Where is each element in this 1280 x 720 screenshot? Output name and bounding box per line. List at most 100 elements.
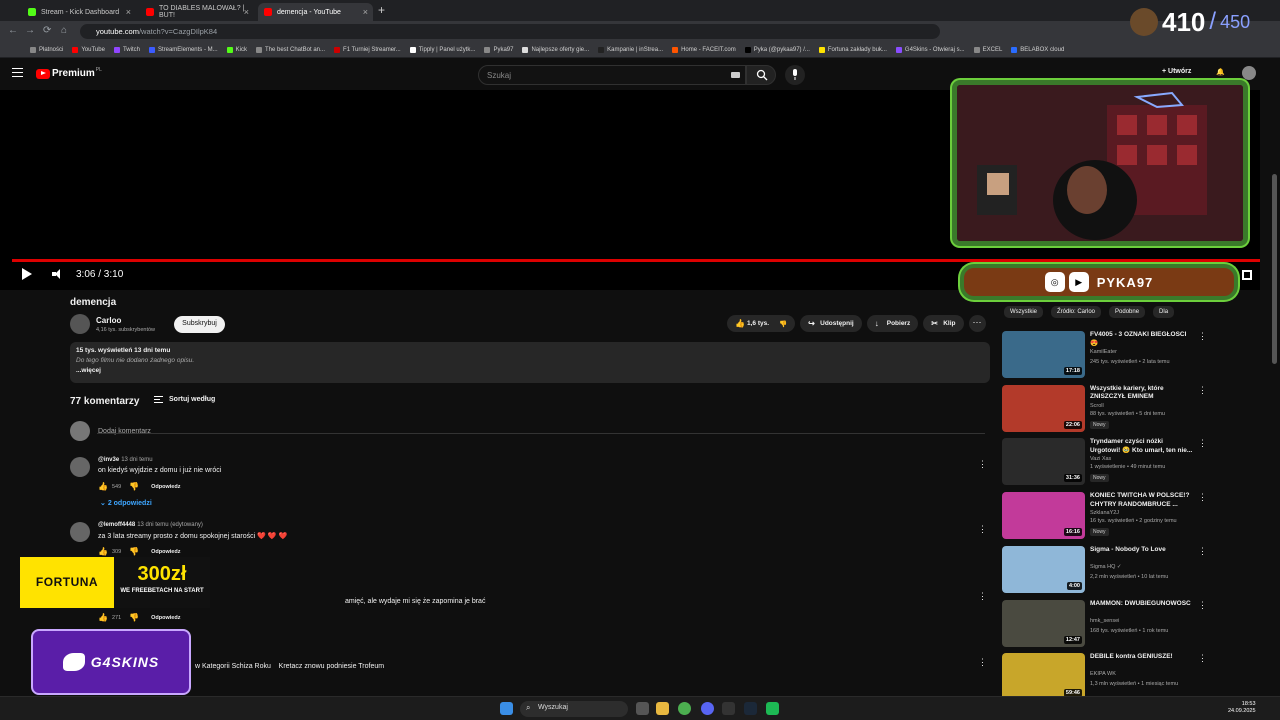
bookmark[interactable]: Fortuna zakłady buk... bbox=[818, 46, 887, 53]
show-more-link[interactable]: ...więcej bbox=[76, 367, 984, 374]
recommendation-menu-icon[interactable]: ⋮ bbox=[1198, 438, 1207, 449]
system-clock[interactable]: 18:53 24.09.2025 bbox=[1228, 701, 1256, 715]
video-thumbnail[interactable]: 59:46 bbox=[1002, 653, 1085, 701]
steam-icon[interactable] bbox=[744, 702, 757, 715]
bookmark[interactable]: Kick bbox=[226, 46, 247, 53]
bookmark[interactable]: EXCEL bbox=[973, 46, 1002, 53]
thumbs-up-icon[interactable]: 👍 bbox=[98, 547, 108, 556]
comment-author[interactable]: @lemoff4448 bbox=[98, 522, 135, 528]
bookmark[interactable]: Tipply | Panel użytk... bbox=[409, 46, 475, 53]
bookmark[interactable]: BELABOX cloud bbox=[1011, 46, 1064, 53]
tab-youtube-1[interactable]: TO DIABLES MALOWAŁ? | BUT! × bbox=[140, 3, 254, 21]
video-progress-bar[interactable] bbox=[12, 259, 1260, 262]
youtube-logo[interactable]: Premium PL bbox=[36, 67, 102, 79]
recommendation-title[interactable]: MAMMON: DWUBIEGUNOWOŚĆ bbox=[1090, 600, 1194, 609]
subscribe-button[interactable]: Subskrybuj bbox=[174, 316, 225, 333]
thumbs-up-icon[interactable]: 👍 bbox=[98, 613, 108, 622]
comment-menu-icon[interactable]: ⋮ bbox=[978, 591, 987, 602]
comment-menu-icon[interactable]: ⋮ bbox=[978, 524, 987, 535]
video-thumbnail[interactable]: 31:36 bbox=[1002, 438, 1085, 486]
bookmark[interactable]: Kampanie | inStrea... bbox=[598, 46, 663, 53]
share-button[interactable]: ↪ Udostępnij bbox=[800, 315, 862, 332]
bookmark[interactable]: Home - FACEIT.com bbox=[672, 46, 736, 53]
recommendation-channel[interactable]: Vazi Xas bbox=[1090, 456, 1111, 462]
video-thumbnail[interactable]: 4:00 bbox=[1002, 545, 1085, 593]
menu-icon[interactable] bbox=[12, 68, 23, 77]
home-icon[interactable]: ⌂ bbox=[61, 25, 67, 36]
recommendation-channel[interactable]: Scroll bbox=[1090, 403, 1104, 409]
reload-icon[interactable]: ⟳ bbox=[43, 25, 51, 36]
app-icon[interactable] bbox=[766, 702, 779, 715]
comment-time[interactable]: 13 dni temu (edytowany) bbox=[137, 522, 203, 528]
recommendation-menu-icon[interactable]: ⋮ bbox=[1198, 546, 1207, 557]
sort-button[interactable]: Sortuj według bbox=[154, 396, 215, 403]
bookmark[interactable]: StreamElements - M... bbox=[148, 46, 218, 53]
video-thumbnail[interactable]: 22:06 bbox=[1002, 384, 1085, 432]
chip-from-channel[interactable]: Źródło: Carloo bbox=[1051, 306, 1102, 318]
back-icon[interactable]: ← bbox=[8, 25, 18, 36]
voice-search-button[interactable] bbox=[785, 65, 805, 85]
channel-name[interactable]: Carloo bbox=[96, 316, 155, 325]
recommendation-channel[interactable]: KamilEater bbox=[1090, 349, 1117, 355]
recommendation-title[interactable]: KONIEC TWITCHA W POLSCE!? CHYTRY RANDOMB… bbox=[1090, 492, 1194, 509]
search-button[interactable] bbox=[746, 65, 776, 85]
reply-button[interactable]: Odpowiedz bbox=[151, 484, 180, 490]
chip-related[interactable]: Podobne bbox=[1109, 306, 1146, 318]
tab-kick-dashboard[interactable]: Stream - Kick Dashboard × bbox=[22, 3, 136, 21]
recommendation-channel[interactable]: Sigma HQ ✓ bbox=[1090, 564, 1122, 570]
bookmark[interactable]: Płatności bbox=[30, 46, 63, 53]
channel-avatar[interactable] bbox=[70, 314, 90, 334]
tab-youtube-active[interactable]: demencja - YouTube × bbox=[258, 3, 373, 21]
comment-avatar[interactable] bbox=[70, 522, 90, 542]
play-icon[interactable] bbox=[22, 268, 32, 280]
close-icon[interactable]: × bbox=[126, 7, 131, 17]
comment-avatar[interactable] bbox=[70, 457, 90, 477]
new-tab-button[interactable]: + bbox=[378, 3, 385, 17]
page-scrollbar[interactable] bbox=[1272, 174, 1277, 364]
video-thumbnail[interactable]: 16:16 bbox=[1002, 492, 1085, 540]
thumbs-down-icon[interactable]: 👎 bbox=[129, 547, 139, 556]
recommendation-title[interactable]: DEBILE kontra GENIUSZE! bbox=[1090, 653, 1194, 662]
notifications-icon[interactable]: 🔔 bbox=[1216, 68, 1225, 76]
search-input[interactable]: Szukaj bbox=[478, 65, 746, 85]
recommendation-menu-icon[interactable]: ⋮ bbox=[1198, 600, 1207, 611]
close-icon[interactable]: × bbox=[244, 7, 249, 17]
close-icon[interactable]: × bbox=[363, 7, 368, 17]
video-thumbnail[interactable]: 17:18 bbox=[1002, 331, 1085, 378]
recommendation-channel[interactable]: SzklanaY2J bbox=[1090, 510, 1119, 516]
recommendation-channel[interactable]: EKIPA WK bbox=[1090, 671, 1116, 677]
description-box[interactable]: 15 tys. wyświetleń 13 dni temu Do tego f… bbox=[70, 342, 990, 383]
recommendation-title[interactable]: FV4005 - 3 OZNAKI BIEGŁOŚCI 😍 bbox=[1090, 331, 1194, 348]
bookmark[interactable]: G4Skins - Otwieraj s... bbox=[895, 46, 965, 53]
recommendation-title[interactable]: Sigma - Nobody To Love bbox=[1090, 546, 1194, 555]
windows-start-icon[interactable] bbox=[500, 702, 513, 715]
recommendation-menu-icon[interactable]: ⋮ bbox=[1198, 492, 1207, 503]
account-avatar[interactable] bbox=[1242, 66, 1256, 80]
bookmark[interactable]: Pyka97 bbox=[484, 46, 513, 53]
recommendation-menu-icon[interactable]: ⋮ bbox=[1198, 385, 1207, 396]
task-view-icon[interactable] bbox=[636, 702, 649, 715]
view-replies-button[interactable]: ⌄ 2 odpowiedzi bbox=[100, 499, 152, 507]
comment-menu-icon[interactable]: ⋮ bbox=[978, 657, 987, 668]
chip-all[interactable]: Wszystkie bbox=[1004, 306, 1043, 318]
recommendation-title[interactable]: Wszystkie kariery, które ZNISZCZYŁ EMINE… bbox=[1090, 385, 1194, 402]
clip-button[interactable]: ✂ Klip bbox=[923, 315, 964, 332]
bookmark[interactable]: Najlepsze oferty gie... bbox=[522, 46, 589, 53]
fullscreen-icon[interactable] bbox=[1242, 270, 1252, 280]
recommendation-menu-icon[interactable]: ⋮ bbox=[1198, 331, 1207, 342]
reply-button[interactable]: Odpowiedz bbox=[151, 549, 180, 555]
comment-menu-icon[interactable]: ⋮ bbox=[978, 459, 987, 470]
obs-icon[interactable] bbox=[722, 702, 735, 715]
more-actions-icon[interactable]: ⋯ bbox=[968, 315, 986, 332]
thumbs-up-icon[interactable]: 👍 bbox=[98, 482, 108, 491]
thumbs-down-icon[interactable]: 👎 bbox=[129, 613, 139, 622]
discord-icon[interactable] bbox=[701, 702, 714, 715]
bookmark[interactable]: The best ChatBot an... bbox=[255, 46, 325, 53]
bookmark[interactable]: Twitch bbox=[113, 46, 140, 53]
like-button[interactable]: 👍 1,6 tys. 👎 bbox=[727, 315, 796, 332]
thumbs-down-icon[interactable]: 👎 bbox=[129, 482, 139, 491]
volume-icon[interactable] bbox=[52, 269, 64, 279]
chrome-icon[interactable] bbox=[678, 702, 691, 715]
bookmark[interactable]: Pyka (@pykaa97) /... bbox=[744, 46, 810, 53]
create-button[interactable]: + Utwórz bbox=[1162, 68, 1191, 75]
